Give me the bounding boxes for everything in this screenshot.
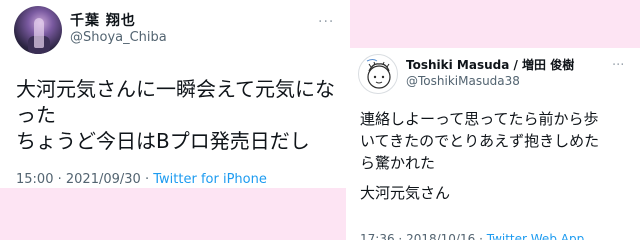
tweet-text-line: ら驚かれた (360, 154, 436, 172)
tweet-text-right: 連絡しよーって思ってたら前から歩 いてきたのでとりあえず抱きしめた ら驚かれた … (360, 108, 636, 204)
handle-left[interactable]: @Shoya_Chiba (70, 30, 167, 45)
meta-separator: · (144, 172, 150, 187)
meta-separator: · (398, 232, 403, 240)
tweet-date[interactable]: 2021/09/30 (66, 172, 141, 187)
tweet-text-line: いてきたのでとりあえず抱きしめた (360, 132, 600, 150)
tweet-time[interactable]: 17:36 (360, 232, 395, 240)
tweet-text-line: 大河元気さん (360, 184, 451, 202)
pink-panel-right (350, 0, 640, 48)
tweet-meta-left: 15:00 · 2021/09/30 · Twitter for iPhone (16, 172, 267, 187)
pink-panel-left (0, 188, 346, 240)
avatar-left[interactable] (14, 6, 62, 54)
tweet-text-line: った (16, 103, 56, 127)
meta-separator: · (57, 172, 62, 187)
meta-separator: · (479, 232, 483, 240)
tweet-text-line: ちょうど今日はBプロ発売日だし (16, 129, 310, 153)
handle-right[interactable]: @ToshikiMasuda38 (406, 74, 520, 88)
tweet-meta-right: 17:36 · 2018/10/16 · Twitter Web App (360, 232, 584, 240)
display-name-left[interactable]: 千葉 翔也 (70, 10, 136, 30)
tweet-text-line: 大河元気さんに一瞬会えて元気にな (16, 77, 335, 101)
tweet-text-left: 大河元気さんに一瞬会えて元気にな った ちょうど今日はBプロ発売日だし (16, 76, 342, 154)
avatar-right[interactable] (358, 54, 398, 94)
display-name-right[interactable]: Toshiki Masuda / 増田 俊樹 (406, 56, 574, 73)
more-icon-right[interactable]: ··· (612, 58, 624, 73)
tweet-time[interactable]: 15:00 (16, 172, 53, 187)
avatar-illustration (366, 59, 391, 89)
more-icon-left[interactable]: ··· (318, 14, 334, 30)
tweet-text-line: 連絡しよーって思ってたら前から歩 (360, 110, 599, 128)
tweet-source-link[interactable]: Twitter Web App (487, 232, 584, 240)
tweet-date[interactable]: 2018/10/16 (406, 232, 475, 240)
tweet-source-link[interactable]: Twitter for iPhone (153, 172, 267, 187)
